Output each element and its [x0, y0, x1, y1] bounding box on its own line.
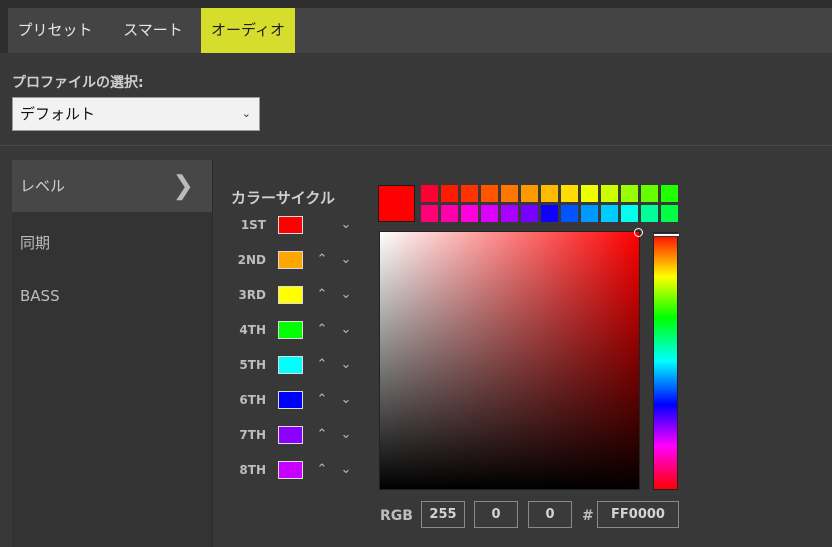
palette-swatch[interactable]: [621, 205, 638, 222]
palette-swatch[interactable]: [481, 185, 498, 202]
move-up-icon[interactable]: ⌃: [314, 426, 330, 444]
profile-dropdown-value: デフォルト: [20, 105, 96, 123]
panel-divider: [212, 160, 213, 547]
move-up-icon[interactable]: ⌃: [314, 286, 330, 304]
tab-presets[interactable]: プリセット: [8, 8, 102, 53]
move-down-icon[interactable]: ⌄: [338, 461, 354, 479]
palette-swatch[interactable]: [661, 185, 678, 202]
move-down-icon[interactable]: ⌄: [338, 286, 354, 304]
hue-slider[interactable]: [653, 232, 680, 490]
color-cycle-row: 6TH ⌃ ⌄: [224, 389, 364, 413]
color-cycle-label: 7TH: [239, 428, 266, 442]
color-picker-handle[interactable]: [634, 228, 643, 237]
palette-swatch[interactable]: [521, 205, 538, 222]
palette-swatch[interactable]: [421, 205, 438, 222]
color-cycle-label: 5TH: [239, 358, 266, 372]
color-cycle-swatch[interactable]: [278, 321, 303, 339]
sidebar-item-label: BASS: [20, 287, 60, 305]
hash-label: #: [582, 508, 594, 524]
color-cycle-swatch[interactable]: [278, 251, 303, 269]
color-cycle-label: 1ST: [240, 218, 266, 232]
palette-swatch[interactable]: [541, 185, 558, 202]
palette-swatch[interactable]: [601, 205, 618, 222]
palette-swatch[interactable]: [601, 185, 618, 202]
palette-swatch[interactable]: [581, 185, 598, 202]
sidebar-item-level[interactable]: レベル ❯: [12, 160, 212, 212]
palette-swatch[interactable]: [421, 185, 438, 202]
red-input[interactable]: 255: [421, 501, 465, 528]
chevron-right-icon: ❯: [172, 171, 194, 201]
blue-input[interactable]: 0: [528, 501, 572, 528]
color-cycle-title: カラーサイクル: [231, 189, 335, 207]
palette-swatch[interactable]: [561, 205, 578, 222]
palette-swatch[interactable]: [561, 185, 578, 202]
green-input[interactable]: 0: [474, 501, 518, 528]
palette-swatch[interactable]: [461, 185, 478, 202]
chevron-down-icon: ⌄: [241, 107, 251, 120]
palette-swatch[interactable]: [641, 185, 658, 202]
palette-swatch[interactable]: [441, 205, 458, 222]
color-cycle-row: 1ST ⌄: [224, 214, 364, 238]
color-cycle-row: 4TH ⌃ ⌄: [224, 319, 364, 343]
color-cycle-swatch[interactable]: [278, 216, 303, 234]
palette-swatch[interactable]: [501, 185, 518, 202]
sidebar-item-bass[interactable]: BASS: [12, 270, 212, 322]
color-cycle-row: 2ND ⌃ ⌄: [224, 249, 364, 273]
palette-swatch[interactable]: [621, 185, 638, 202]
palette-swatch[interactable]: [441, 185, 458, 202]
color-cycle-label: 6TH: [239, 393, 266, 407]
profile-dropdown[interactable]: デフォルト ⌄: [12, 97, 260, 131]
hue-slider-handle[interactable]: [653, 233, 680, 237]
color-cycle-label: 8TH: [239, 463, 266, 477]
color-cycle-row: 7TH ⌃ ⌄: [224, 424, 364, 448]
move-down-icon[interactable]: ⌄: [338, 251, 354, 269]
move-down-icon[interactable]: ⌄: [338, 426, 354, 444]
move-up-icon[interactable]: ⌃: [314, 321, 330, 339]
color-cycle-swatch[interactable]: [278, 286, 303, 304]
rgb-label: RGB: [380, 508, 413, 524]
palette-swatch[interactable]: [461, 205, 478, 222]
move-up-icon[interactable]: ⌃: [314, 251, 330, 269]
palette-swatch[interactable]: [501, 205, 518, 222]
color-palette: [421, 185, 679, 223]
move-up-icon[interactable]: ⌃: [314, 356, 330, 374]
color-cycle-swatch[interactable]: [278, 391, 303, 409]
move-down-icon[interactable]: ⌄: [338, 391, 354, 409]
palette-swatch[interactable]: [641, 205, 658, 222]
palette-swatch[interactable]: [661, 205, 678, 222]
move-up-icon[interactable]: ⌃: [314, 461, 330, 479]
move-down-icon[interactable]: ⌄: [338, 216, 354, 234]
tab-audio[interactable]: オーディオ: [201, 8, 295, 53]
color-cycle-row: 8TH ⌃ ⌄: [224, 459, 364, 483]
saturation-brightness-picker[interactable]: [379, 228, 643, 490]
hex-input[interactable]: FF0000: [597, 501, 679, 528]
move-down-icon[interactable]: ⌄: [338, 321, 354, 339]
palette-swatch[interactable]: [581, 205, 598, 222]
move-down-icon[interactable]: ⌄: [338, 356, 354, 374]
color-cycle-swatch[interactable]: [278, 356, 303, 374]
color-cycle-label: 2ND: [237, 253, 266, 267]
color-cycle-label: 3RD: [238, 288, 266, 302]
color-cycle-row: 5TH ⌃ ⌄: [224, 354, 364, 378]
sidebar: レベル ❯ 同期 BASS: [12, 160, 212, 547]
sidebar-item-label: 同期: [20, 234, 51, 252]
color-cycle-row: 3RD ⌃ ⌄: [224, 284, 364, 308]
palette-swatch[interactable]: [481, 205, 498, 222]
color-cycle-label: 4TH: [239, 323, 266, 337]
profile-select-label: プロファイルの選択:: [12, 75, 144, 91]
sidebar-item-sync[interactable]: 同期: [12, 217, 212, 269]
tab-smart[interactable]: スマート: [105, 8, 201, 53]
current-color-swatch[interactable]: [378, 185, 415, 222]
color-cycle-swatch[interactable]: [278, 426, 303, 444]
color-cycle-swatch[interactable]: [278, 461, 303, 479]
palette-swatch[interactable]: [541, 205, 558, 222]
sidebar-item-label: レベル: [20, 177, 66, 195]
divider: [0, 145, 832, 146]
palette-swatch[interactable]: [521, 185, 538, 202]
move-up-icon[interactable]: ⌃: [314, 391, 330, 409]
